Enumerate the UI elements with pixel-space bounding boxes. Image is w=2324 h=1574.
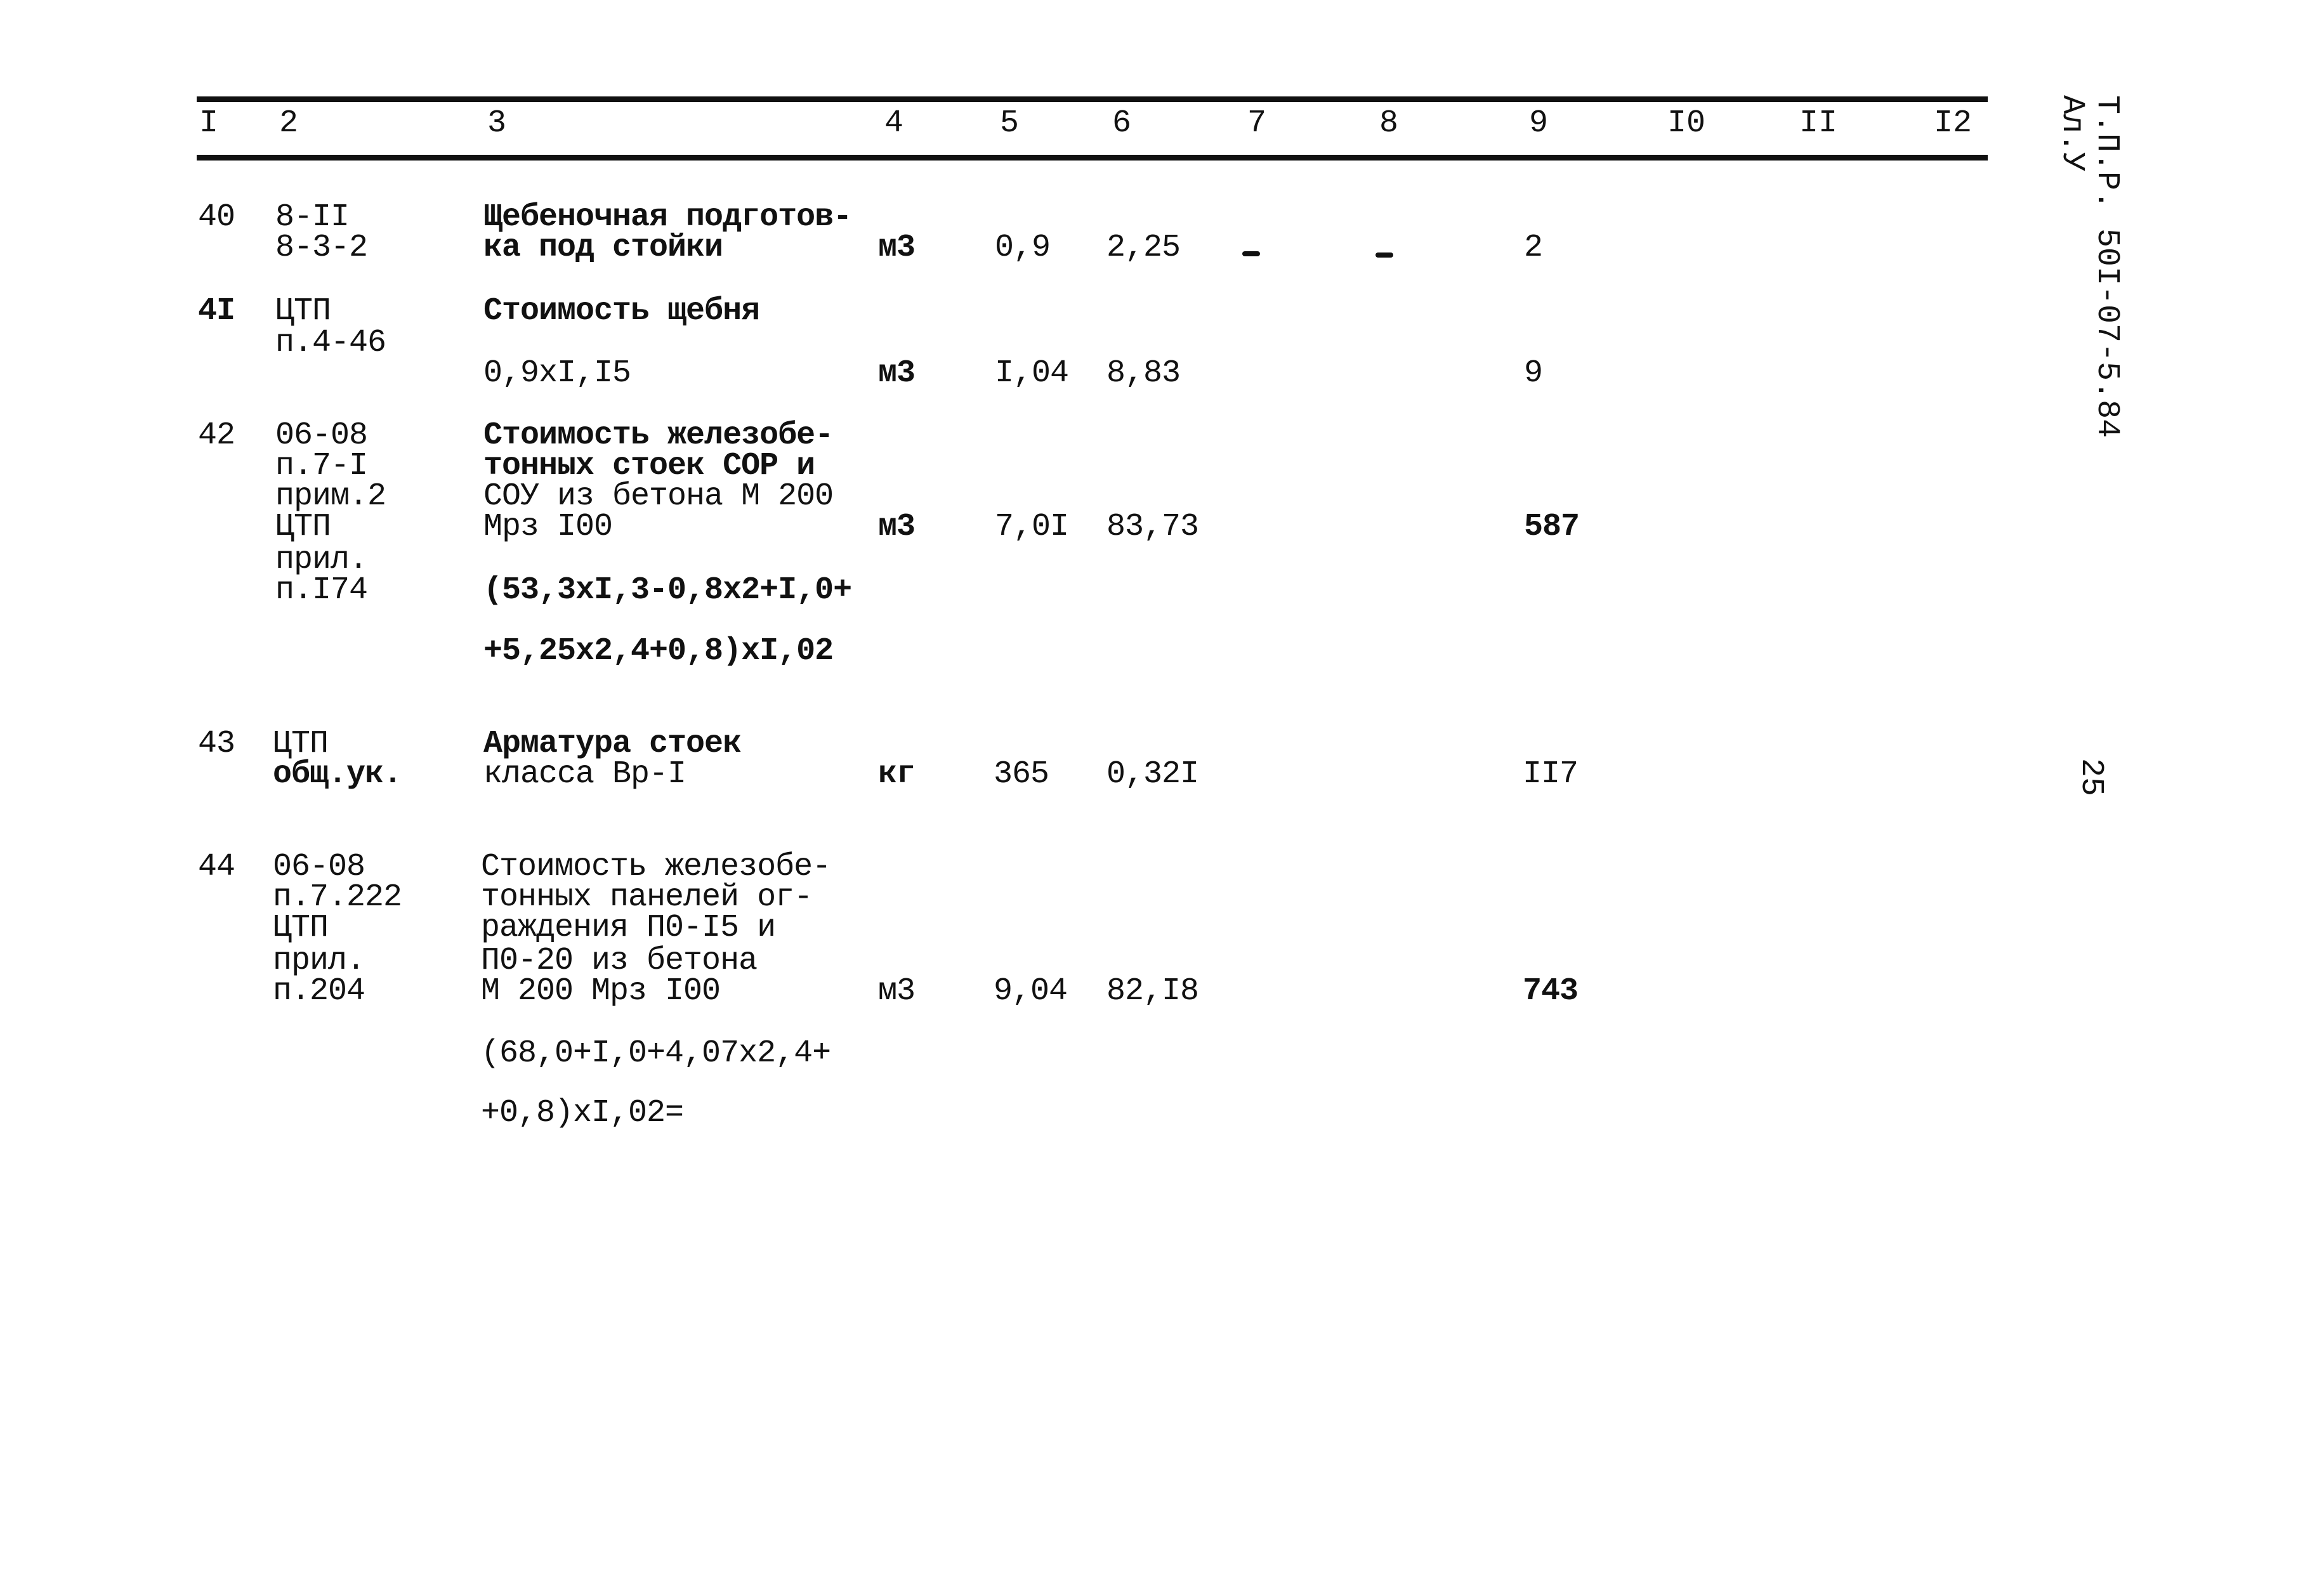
- row-description: раждения П0-I5 и: [481, 910, 776, 946]
- row-code: п.7-I: [275, 448, 368, 484]
- col-header-7: 7: [1247, 105, 1267, 141]
- row-price: 82,I8: [1106, 973, 1199, 1009]
- row-description: Стоимость щебня: [483, 293, 760, 329]
- row-unit: м3: [878, 355, 916, 391]
- row-total: 2: [1524, 230, 1543, 266]
- row-quantity: 0,9: [995, 230, 1051, 266]
- row-number: 40: [198, 199, 235, 235]
- row-description: Арматура стоек: [483, 726, 742, 762]
- col-header-2: 2: [279, 105, 299, 141]
- header-top-rule: [197, 96, 1988, 102]
- header-bottom-rule: [197, 155, 1988, 161]
- row-code: ЦТП: [275, 509, 331, 545]
- row-quantity: 7,0I: [995, 509, 1069, 545]
- row-col7-dash: [1242, 251, 1260, 256]
- row-unit: кг: [878, 756, 916, 792]
- row-code: п.7.222: [273, 879, 402, 915]
- row-description: тонных панелей ог-: [481, 879, 813, 915]
- col-header-11: II: [1799, 105, 1838, 141]
- row-description: Стоимость железобе-: [483, 417, 834, 454]
- row-total: 9: [1524, 355, 1543, 391]
- row-quantity: 365: [994, 756, 1049, 792]
- row-total: 587: [1524, 509, 1580, 545]
- col-header-10: I0: [1667, 105, 1706, 141]
- col-header-6: 6: [1112, 105, 1132, 141]
- row-code: ЦТП: [273, 726, 329, 762]
- row-unit: м3: [878, 230, 916, 266]
- row-formula: (68,0+I,0+4,07x2,4+: [481, 1035, 831, 1072]
- row-col8-dash: [1375, 252, 1393, 258]
- row-code: 06-08: [275, 417, 368, 454]
- row-number: 43: [198, 726, 235, 762]
- row-number: 44: [198, 849, 235, 885]
- col-header-4: 4: [884, 105, 904, 141]
- row-price: 0,32I: [1106, 756, 1199, 792]
- document-code: Т.П.Р. 50I-07-5.84: [2089, 95, 2125, 438]
- page-number: 25: [2073, 758, 2109, 797]
- row-description: М 200 Мрз I00: [481, 973, 721, 1009]
- row-description: П0-20 из бетона: [481, 943, 758, 979]
- row-description: ка под стойки: [483, 230, 723, 266]
- row-description: Стоимость железобе-: [481, 849, 831, 885]
- row-code: прил.: [275, 542, 368, 578]
- row-quantity: I,04: [995, 355, 1069, 391]
- row-number: 42: [198, 417, 235, 454]
- row-code: п.4-46: [275, 325, 386, 361]
- row-quantity: 9,04: [994, 973, 1068, 1009]
- row-code: общ.ук.: [273, 756, 402, 792]
- row-code: прим.2: [275, 478, 386, 515]
- row-code: ЦТП: [273, 910, 329, 946]
- row-code: прил.: [273, 943, 365, 979]
- row-description: Щебеночная подготов-: [483, 199, 852, 235]
- row-description: класса Вр-I: [483, 756, 686, 792]
- col-header-5: 5: [1000, 105, 1020, 141]
- col-header-3: 3: [487, 105, 507, 141]
- row-total: II7: [1523, 756, 1579, 792]
- col-header-1: I: [199, 105, 219, 141]
- row-code: 06-08: [273, 849, 365, 885]
- col-header-9: 9: [1529, 105, 1549, 141]
- row-code: п.I74: [275, 572, 368, 608]
- col-header-8: 8: [1379, 105, 1399, 141]
- row-description: СОУ из бетона М 200: [483, 478, 834, 515]
- row-total: 743: [1523, 973, 1579, 1009]
- row-price: 83,73: [1106, 509, 1199, 545]
- col-header-12: I2: [1934, 105, 1973, 141]
- row-unit: м3: [878, 509, 916, 545]
- row-formula: (53,3xI,3-0,8x2+I,0+: [483, 572, 852, 608]
- row-number: 4I: [198, 293, 235, 329]
- row-formula: 0,9xI,I5: [483, 355, 631, 391]
- row-description: тонных стоек СОР и: [483, 448, 815, 484]
- row-code: п.204: [273, 973, 365, 1009]
- row-price: 8,83: [1106, 355, 1181, 391]
- album-label: Ал.У: [2054, 95, 2090, 172]
- row-code: 8-II: [275, 199, 350, 235]
- row-code: ЦТП: [275, 293, 331, 329]
- row-formula: +0,8)xI,02=: [481, 1095, 684, 1131]
- row-formula: +5,25x2,4+0,8)xI,02: [483, 633, 834, 669]
- row-unit: м3: [878, 973, 916, 1009]
- row-price: 2,25: [1106, 230, 1181, 266]
- row-code: 8-3-2: [275, 230, 368, 266]
- row-description: Мрз I00: [483, 509, 613, 545]
